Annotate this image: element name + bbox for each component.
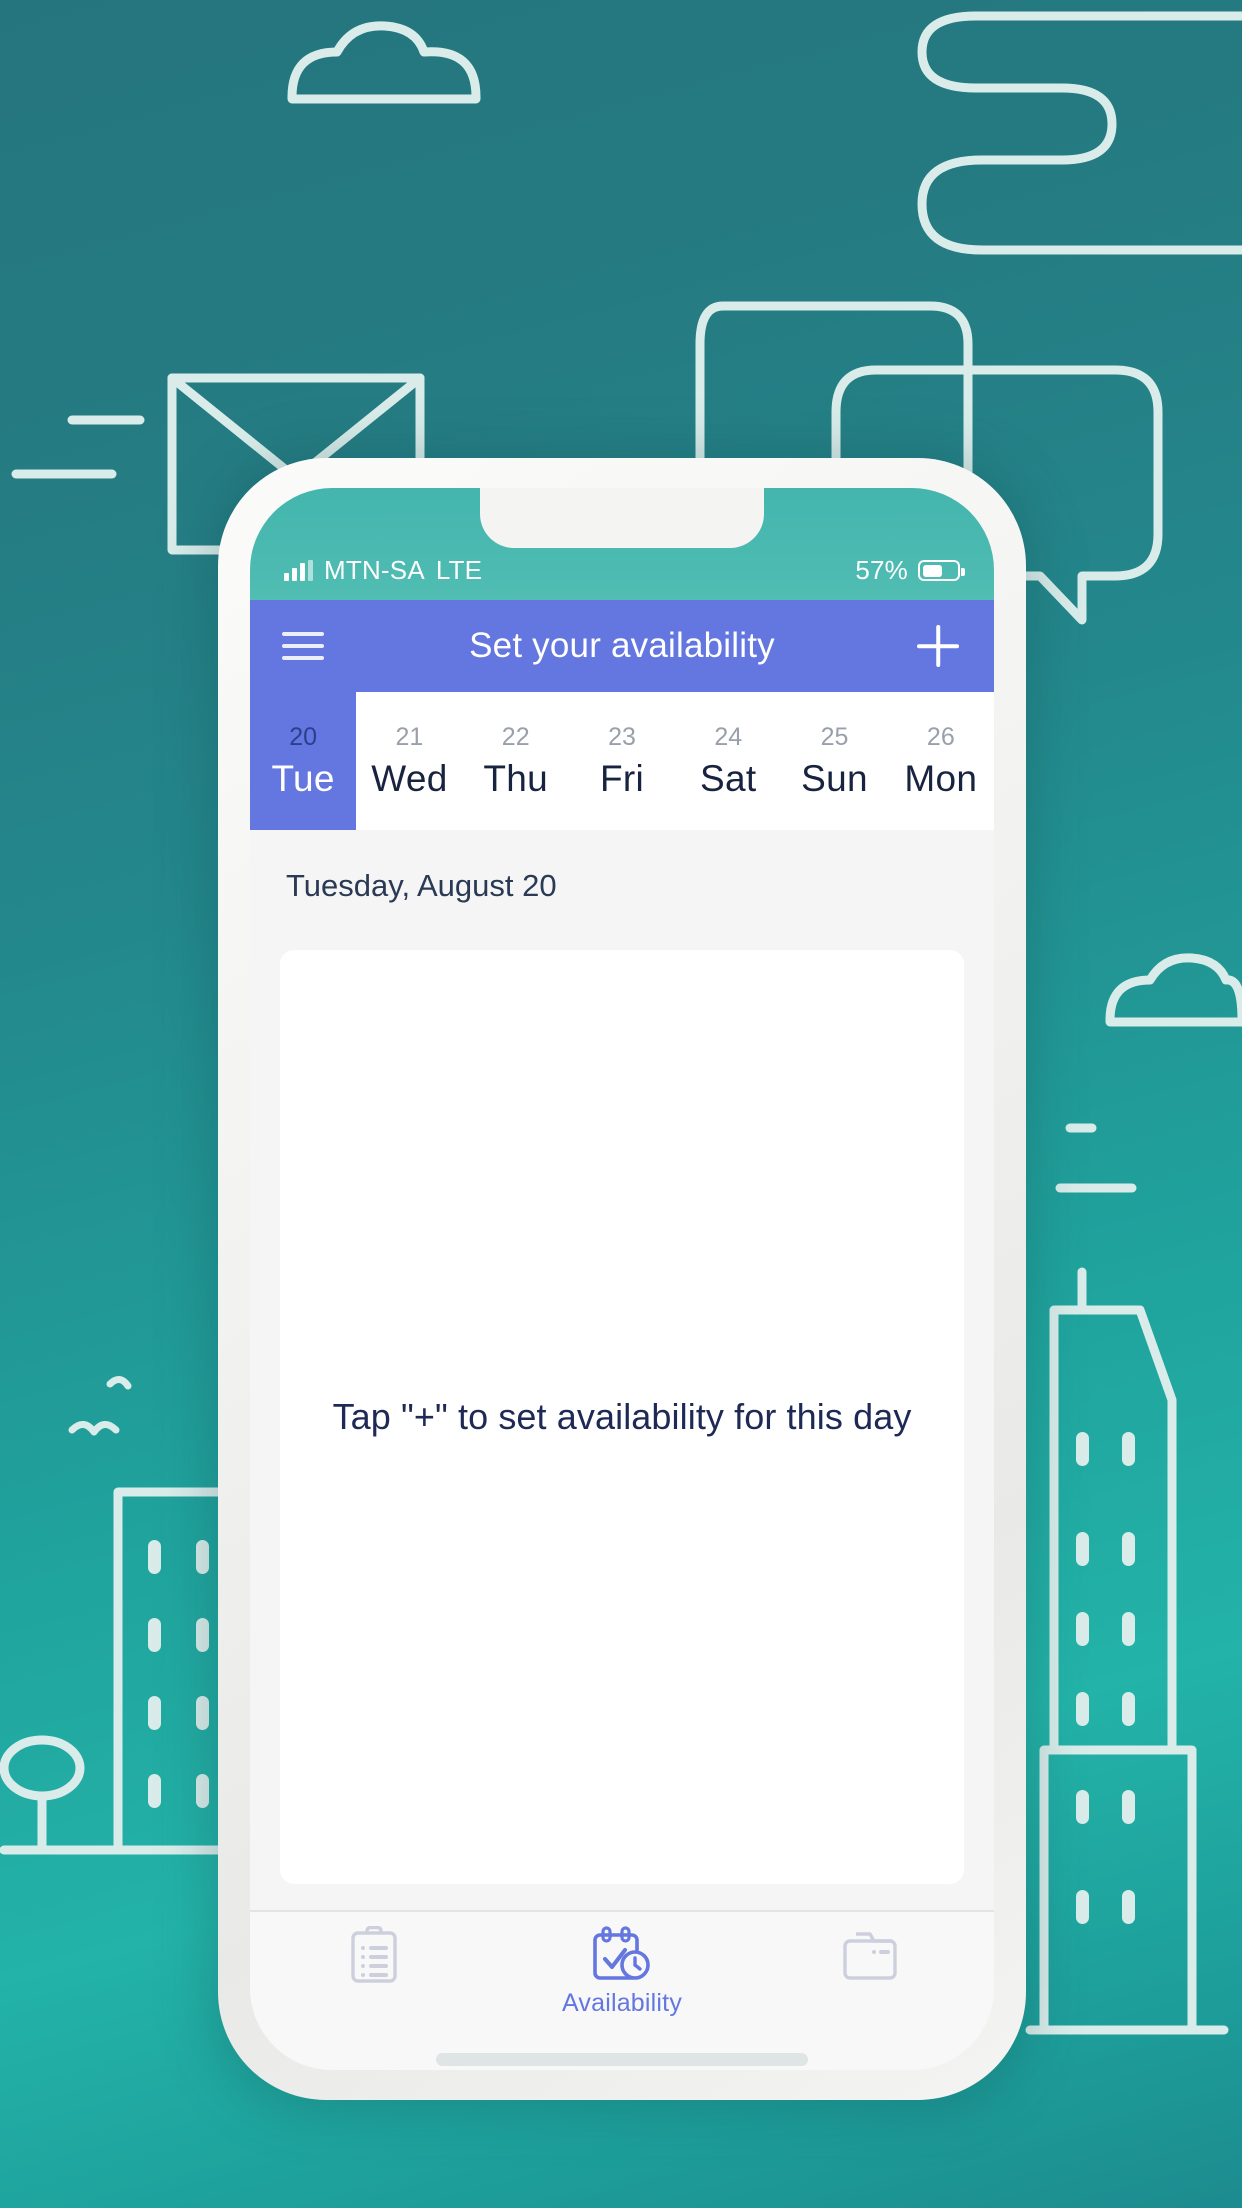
folder-icon [843, 1932, 897, 1980]
day-name: Mon [904, 757, 978, 799]
day-name: Sat [700, 757, 757, 799]
status-bar-left: MTN-SA LTE [284, 555, 482, 586]
cloud-icon [1105, 953, 1242, 1027]
building-icon [1049, 1305, 1177, 1755]
nav-item-availability[interactable]: Availability [498, 1926, 746, 2018]
phone-mockup: MTN-SA LTE 57% Set your availability 20 … [218, 458, 1026, 2100]
nav-item-documents[interactable] [746, 1926, 994, 1989]
tree-icon [0, 1735, 85, 1801]
day-number: 24 [714, 722, 743, 751]
bottom-navigation: Availability [250, 1910, 994, 2070]
signal-bars-icon [284, 560, 313, 581]
date-strip-day-25[interactable]: 25 Sun [781, 692, 888, 830]
bird-icon [106, 1376, 132, 1390]
calendar-clock-icon [593, 1926, 650, 1980]
day-number: 23 [608, 722, 636, 751]
building-icon [1039, 1745, 1197, 2035]
menu-line [282, 656, 324, 660]
winding-path-icon [917, 11, 1242, 255]
date-strip-day-20[interactable]: 20 Tue [250, 692, 357, 830]
main-content: Tuesday, August 20 Tap "+" to set availa… [250, 830, 994, 1910]
date-strip-day-21[interactable]: 21 Wed [356, 692, 463, 830]
day-number: 25 [820, 722, 849, 751]
hamburger-menu-icon[interactable] [282, 632, 338, 660]
selected-date-label: Tuesday, August 20 [286, 868, 557, 903]
date-strip-day-24[interactable]: 24 Sat [675, 692, 782, 830]
menu-line [282, 644, 324, 648]
battery-percent-label: 57% [855, 555, 908, 585]
empty-state-message: Tap "+" to set availability for this day [332, 1396, 912, 1437]
availability-card[interactable]: Tap "+" to set availability for this day [280, 950, 964, 1884]
day-number: 21 [395, 722, 424, 751]
phone-screen: MTN-SA LTE 57% Set your availability 20 … [250, 488, 994, 2070]
status-bar-right: 57% [855, 555, 965, 586]
network-type-label: LTE [435, 555, 483, 585]
day-name: Sun [801, 757, 868, 799]
date-strip-day-23[interactable]: 23 Fri [568, 692, 676, 830]
day-name: Fri [599, 757, 644, 799]
cloud-icon [287, 21, 481, 104]
nav-label: Availability [561, 1989, 683, 2017]
plus-icon[interactable] [914, 622, 962, 670]
day-name: Tue [271, 757, 335, 799]
page-title: Set your availability [469, 626, 775, 665]
carrier-label: MTN-SA [324, 555, 425, 585]
bird-icon [68, 1421, 120, 1436]
date-strip-day-22[interactable]: 22 Thu [462, 692, 569, 830]
day-number: 20 [289, 722, 318, 751]
day-name: Wed [371, 757, 448, 799]
nav-item-jobs[interactable] [250, 1926, 498, 1989]
date-strip-day-26[interactable]: 26 Mon [887, 692, 994, 830]
day-number: 22 [501, 722, 530, 751]
app-bar: Set your availability [250, 600, 994, 692]
home-indicator-bar[interactable] [436, 2053, 808, 2066]
menu-line [282, 632, 324, 636]
date-strip[interactable]: 20 Tue 21 Wed 22 Thu 23 Fri 24 Sat 25 Su… [250, 692, 994, 830]
phone-notch [480, 488, 764, 548]
battery-icon [918, 560, 965, 581]
day-name: Thu [483, 757, 549, 799]
clipboard-icon [351, 1926, 397, 1983]
day-number: 26 [926, 722, 955, 751]
